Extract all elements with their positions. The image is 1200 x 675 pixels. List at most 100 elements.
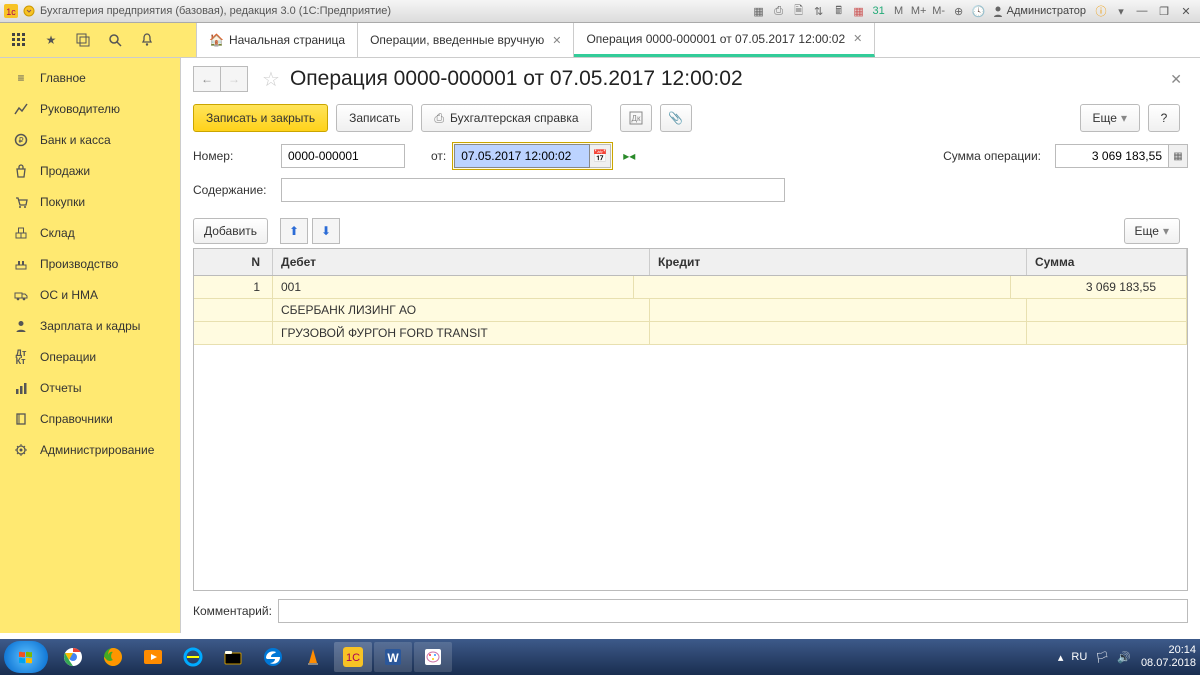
sidebar-item-salary[interactable]: Зарплата и кадры bbox=[0, 310, 180, 341]
number-input[interactable] bbox=[281, 144, 405, 168]
cell-debit-account[interactable]: 001 bbox=[273, 276, 633, 298]
sidebar-item-catalogs[interactable]: Справочники bbox=[0, 403, 180, 434]
attach-button[interactable]: 📎 bbox=[660, 104, 692, 132]
cell-debit-sub1[interactable]: СБЕРБАНК ЛИЗИНГ АО bbox=[273, 299, 650, 321]
grid-body[interactable]: 1 001 3 069 183,55 СБЕРБАНК ЛИЗИНГ АО ГР… bbox=[194, 276, 1187, 590]
col-header-sum[interactable]: Сумма bbox=[1027, 249, 1187, 275]
tb-clock-icon[interactable]: 🕓 bbox=[970, 3, 988, 19]
col-header-debit[interactable]: Дебет bbox=[273, 249, 650, 275]
nav-back-button[interactable]: ← bbox=[193, 66, 221, 92]
window-restore[interactable]: ❐ bbox=[1154, 3, 1174, 19]
sidebar-item-main[interactable]: ≡Главное bbox=[0, 62, 180, 93]
menu-icon: ≡ bbox=[12, 69, 30, 87]
document-content: ← → ☆ Операция 0000-000001 от 07.05.2017… bbox=[181, 58, 1200, 633]
cell-n[interactable]: 1 bbox=[194, 276, 273, 298]
task-explorer[interactable] bbox=[214, 642, 252, 672]
tb-m-icon[interactable]: M bbox=[890, 3, 908, 19]
tb-info-icon[interactable]: ⓘ bbox=[1092, 3, 1110, 19]
save-button[interactable]: Записать bbox=[336, 104, 413, 132]
chevron-down-icon: ▾ bbox=[1121, 111, 1127, 125]
favorites-star-icon[interactable]: ★ bbox=[40, 29, 62, 51]
tray-volume-icon[interactable]: 🔊 bbox=[1117, 651, 1131, 664]
col-header-credit[interactable]: Кредит bbox=[650, 249, 1027, 275]
start-button[interactable] bbox=[4, 641, 48, 673]
tb-doc-icon[interactable]: 🗎 bbox=[790, 3, 808, 19]
tb-dd-icon[interactable]: ▾ bbox=[1112, 3, 1130, 19]
print-report-button[interactable]: ⎙Бухгалтерская справка bbox=[421, 104, 591, 132]
tab-close-icon[interactable]: ✕ bbox=[552, 34, 561, 47]
help-button[interactable]: ? bbox=[1148, 104, 1180, 132]
tb-target-icon[interactable]: ⊕ bbox=[950, 3, 968, 19]
tb-calendar-icon[interactable]: ▦ bbox=[850, 3, 868, 19]
task-player[interactable] bbox=[134, 642, 172, 672]
grid-row[interactable]: СБЕРБАНК ЛИЗИНГ АО bbox=[194, 299, 1187, 322]
task-paint[interactable] bbox=[414, 642, 452, 672]
sidebar-item-purchases[interactable]: Покупки bbox=[0, 186, 180, 217]
task-1c[interactable]: 1C bbox=[334, 642, 372, 672]
grid-row[interactable]: ГРУЗОВОЙ ФУРГОН FORD TRANSIT bbox=[194, 322, 1187, 345]
table-more-button[interactable]: Еще▾ bbox=[1124, 218, 1180, 244]
more-button[interactable]: Еще▾ bbox=[1080, 104, 1140, 132]
tab-home[interactable]: 🏠Начальная страница bbox=[197, 23, 358, 57]
content-label: Содержание: bbox=[193, 183, 281, 197]
tab-operation-doc[interactable]: Операция 0000-000001 от 07.05.2017 12:00… bbox=[574, 23, 875, 57]
tray-expand-icon[interactable]: ▴ bbox=[1058, 651, 1064, 664]
status-flag-icon[interactable]: ▸◂ bbox=[623, 149, 635, 163]
tb-mplus-icon[interactable]: M+ bbox=[910, 3, 928, 19]
dropdown-icon[interactable] bbox=[22, 4, 36, 18]
cell-sum[interactable]: 3 069 183,55 bbox=[1011, 276, 1187, 298]
cell-credit[interactable] bbox=[634, 276, 1011, 298]
sidebar-item-reports[interactable]: Отчеты bbox=[0, 372, 180, 403]
sidebar-item-production[interactable]: Производство bbox=[0, 248, 180, 279]
save-close-button[interactable]: Записать и закрыть bbox=[193, 104, 328, 132]
document-close-icon[interactable]: ✕ bbox=[1170, 71, 1182, 88]
window-close[interactable]: ✕ bbox=[1176, 3, 1196, 19]
tb-compare-icon[interactable]: ⇅ bbox=[810, 3, 828, 19]
date-input[interactable] bbox=[454, 144, 590, 168]
task-firefox[interactable] bbox=[94, 642, 132, 672]
tab-close-icon[interactable]: ✕ bbox=[853, 32, 862, 45]
task-word[interactable]: W bbox=[374, 642, 412, 672]
tb-calc-icon[interactable]: 🖩 bbox=[830, 3, 848, 19]
tb-grid-icon[interactable]: ▦ bbox=[750, 3, 768, 19]
sidebar-item-admin[interactable]: Администрирование bbox=[0, 434, 180, 465]
grid-row[interactable]: 1 001 3 069 183,55 bbox=[194, 276, 1187, 299]
tb-print-icon[interactable]: ⎙ bbox=[770, 3, 788, 19]
calendar-picker-icon[interactable]: 📅 bbox=[590, 144, 611, 168]
move-up-button[interactable]: ⬆ bbox=[280, 218, 308, 244]
add-row-button[interactable]: Добавить bbox=[193, 218, 268, 244]
dk-icon: ДтКт bbox=[12, 348, 30, 366]
tab-operations-list[interactable]: Операции, введенные вручную✕ bbox=[358, 23, 574, 57]
tb-mminus-icon[interactable]: M- bbox=[930, 3, 948, 19]
user-badge[interactable]: Администратор bbox=[992, 5, 1086, 17]
apps-grid-icon[interactable] bbox=[8, 29, 30, 51]
tray-clock[interactable]: 20:14 08.07.2018 bbox=[1141, 644, 1196, 670]
sidebar-item-bank[interactable]: ₽Банк и касса bbox=[0, 124, 180, 155]
tb-31-icon[interactable]: 31 bbox=[870, 3, 888, 19]
task-chrome[interactable] bbox=[54, 642, 92, 672]
content-input[interactable] bbox=[281, 178, 785, 202]
sidebar-item-assets[interactable]: ОС и НМА bbox=[0, 279, 180, 310]
tray-lang[interactable]: RU bbox=[1071, 651, 1087, 663]
cell-debit-sub2[interactable]: ГРУЗОВОЙ ФУРГОН FORD TRANSIT bbox=[273, 322, 650, 344]
comment-input[interactable] bbox=[278, 599, 1188, 623]
task-edge[interactable] bbox=[254, 642, 292, 672]
calculator-icon[interactable]: ▦ bbox=[1168, 145, 1187, 167]
favorite-star-icon[interactable]: ☆ bbox=[262, 67, 280, 92]
sidebar-item-manager[interactable]: Руководителю bbox=[0, 93, 180, 124]
sidebar-item-operations[interactable]: ДтКтОперации bbox=[0, 341, 180, 372]
nav-forward-button[interactable]: → bbox=[221, 66, 248, 92]
sum-input[interactable] bbox=[1056, 145, 1168, 167]
task-ie[interactable] bbox=[174, 642, 212, 672]
sidebar-item-warehouse[interactable]: Склад bbox=[0, 217, 180, 248]
move-down-button[interactable]: ⬇ bbox=[312, 218, 340, 244]
dk-register-button[interactable]: Дк bbox=[620, 104, 652, 132]
window-minimize[interactable]: — bbox=[1132, 3, 1152, 19]
col-header-n[interactable]: N bbox=[194, 249, 273, 275]
task-vlc[interactable] bbox=[294, 642, 332, 672]
history-icon[interactable] bbox=[72, 29, 94, 51]
search-icon[interactable] bbox=[104, 29, 126, 51]
bell-icon[interactable] bbox=[136, 29, 158, 51]
sidebar-item-sales[interactable]: Продажи bbox=[0, 155, 180, 186]
tray-flag-icon[interactable]: 🏳 bbox=[1095, 651, 1109, 664]
